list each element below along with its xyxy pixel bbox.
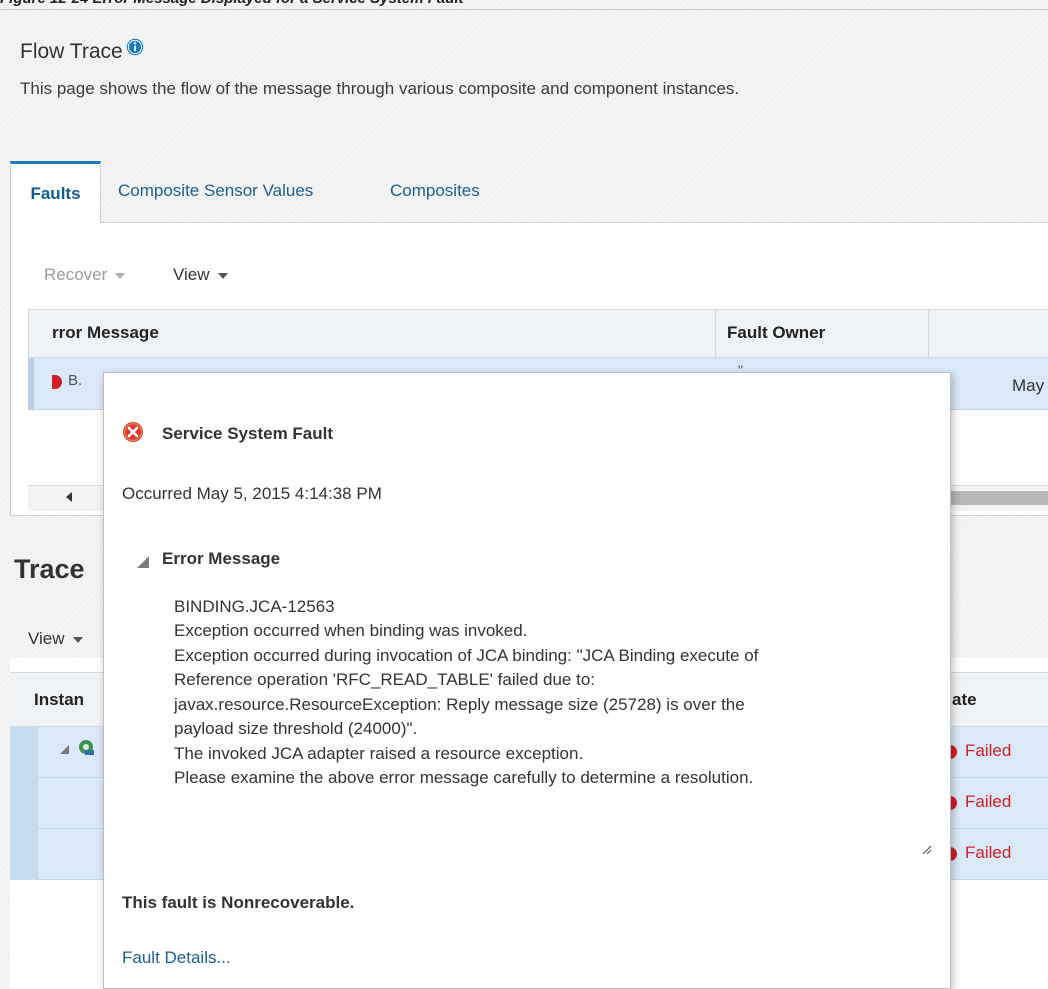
error-line: javax.resource.ResourceException: Reply … <box>174 695 745 714</box>
view-menu-label: View <box>173 265 210 284</box>
column-separator <box>715 309 716 358</box>
fault-date-cell: May <box>1012 376 1045 395</box>
tab-faults[interactable]: Faults <box>10 161 101 223</box>
trace-view-menu[interactable]: View <box>28 629 83 649</box>
scrollbar-thumb[interactable] <box>945 491 1048 505</box>
column-header-error-message[interactable]: rror Message <box>52 323 159 343</box>
recover-menu-label: Recover <box>44 265 108 284</box>
state-failed: Failed <box>965 741 1012 760</box>
trace-view-menu-label: View <box>28 629 65 648</box>
state-failed: Failed <box>965 792 1012 811</box>
error-line: The invoked JCA adapter raised a resourc… <box>174 744 584 763</box>
column-separator <box>928 309 929 358</box>
row-selection-marker <box>10 727 38 880</box>
faults-table-header <box>28 309 1048 358</box>
fault-details-link[interactable]: Fault Details... <box>122 948 231 968</box>
column-header-instance[interactable]: Instan <box>34 690 84 710</box>
column-header-state[interactable]: ate <box>952 690 977 710</box>
expanded-triangle-icon[interactable] <box>137 556 149 568</box>
page-description: This page shows the flow of the message … <box>20 79 740 98</box>
column-header-fault-owner[interactable]: Fault Owner <box>727 323 825 343</box>
popup-title: Service System Fault <box>162 424 334 443</box>
info-icon[interactable] <box>126 38 144 56</box>
tab-composites[interactable]: Composites <box>390 181 480 201</box>
scroll-left-icon[interactable] <box>66 492 72 502</box>
error-line: Exception occurred during invocation of … <box>174 646 759 665</box>
error-line: Reference operation 'RFC_READ_TABLE' fai… <box>174 670 596 689</box>
chevron-down-icon <box>217 273 228 279</box>
row-selection-marker <box>28 358 34 410</box>
error-line: Exception occurred when binding was invo… <box>174 621 528 640</box>
error-message-section-header[interactable]: Error Message <box>162 549 280 569</box>
occurred-timestamp: Occurred May 5, 2015 4:14:38 PM <box>122 484 382 503</box>
tab-composite-sensor-values[interactable]: Composite Sensor Values <box>118 181 313 201</box>
recoverability-status: This fault is Nonrecoverable. <box>122 893 355 912</box>
recover-menu[interactable]: Recover <box>44 265 126 285</box>
caption-divider <box>0 9 1048 10</box>
error-icon <box>122 421 144 443</box>
error-line: payload size threshold (24000)". <box>174 719 418 738</box>
collapse-icon[interactable] <box>60 745 69 754</box>
page-title: Flow Trace <box>20 38 144 64</box>
trace-section-title: Trace <box>14 554 85 584</box>
error-line: BINDING.JCA-12563 <box>174 597 335 616</box>
resize-handle-icon[interactable] <box>920 842 932 855</box>
composite-icon <box>77 738 95 756</box>
chevron-down-icon <box>72 637 83 643</box>
chevron-down-icon <box>115 273 126 279</box>
page-title-text: Flow Trace <box>20 40 123 63</box>
error-line: Please examine the above error message c… <box>174 768 754 787</box>
fault-message-cell: B. <box>68 372 83 389</box>
view-menu[interactable]: View <box>173 265 228 285</box>
state-failed: Failed <box>965 843 1012 862</box>
